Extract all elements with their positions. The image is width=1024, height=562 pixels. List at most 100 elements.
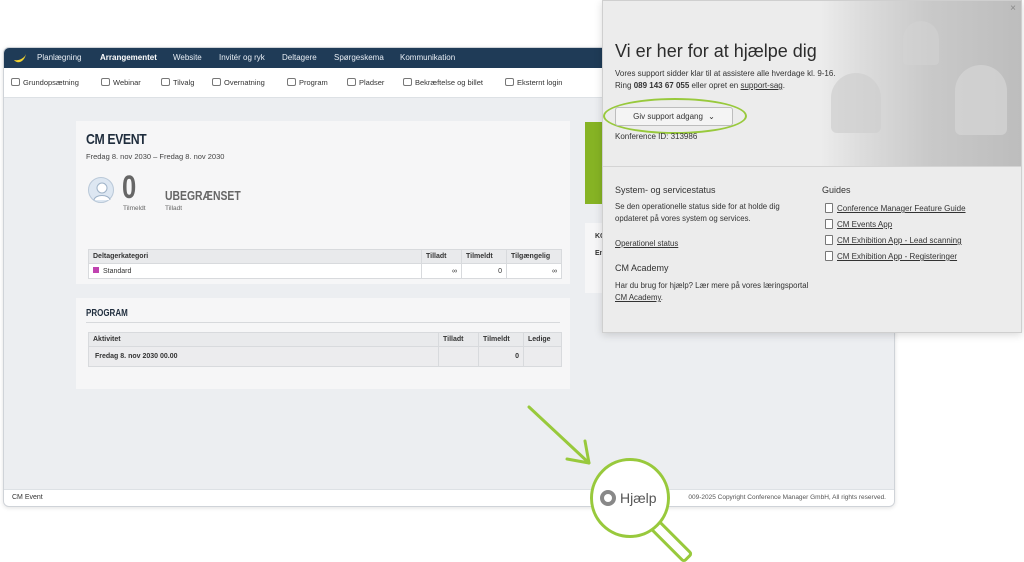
hero-person: [955, 65, 1007, 135]
guide-label: CM Exhibition App - Registeringer: [837, 252, 958, 261]
phone-number[interactable]: 089 143 67 055: [634, 81, 690, 90]
monitor-icon: [101, 78, 110, 86]
support-access-button[interactable]: Giv support adgang ⌄: [615, 107, 733, 126]
table-cell: Fredag 8. nov 2030 00.00: [88, 346, 439, 367]
category-cell: Standard: [88, 263, 422, 279]
user-avatar-icon: [88, 177, 114, 203]
person-icon: [347, 78, 356, 86]
guide-label: Conference Manager Feature Guide: [837, 204, 966, 213]
support-access-label: Giv support adgang: [633, 112, 703, 121]
nav-item-arrangementet[interactable]: Arrangementet: [100, 53, 157, 62]
banana-logo-icon[interactable]: [12, 51, 28, 65]
event-summary-panel: CM EVENT Fredag 8. nov 2030 – Fredag 8. …: [76, 121, 570, 284]
ticket-icon: [403, 78, 412, 86]
allowed-label: Tilladt: [165, 205, 183, 212]
event-title: CM EVENT: [86, 131, 147, 148]
column-header: Ledige: [523, 332, 562, 347]
bed-icon: [212, 78, 221, 86]
table-header-row: Deltagerkategori Tilladt Tilmeldt Tilgæn…: [88, 249, 562, 264]
pdf-icon: [825, 219, 833, 229]
column-header: Deltagerkategori: [88, 249, 422, 264]
popup-description: Vores support sidder klar til at assiste…: [615, 68, 895, 92]
guide-link[interactable]: CM Exhibition App - Lead scanning: [825, 235, 962, 245]
footer-copyright: 009-2025 Copyright Conference Manager Gm…: [688, 494, 886, 501]
popup-title: Vi er her for at hjælpe dig: [615, 41, 817, 61]
column-header: Tilladt: [438, 332, 479, 347]
category-name: Standard: [103, 268, 132, 275]
allowed-value: UBEGRÆNSET: [165, 188, 241, 203]
magnifier-lens: Hjælp: [590, 458, 670, 538]
subnav-tilvalg[interactable]: Tilvalg: [161, 78, 194, 87]
footer: CM Event 009-2025 Copyright Conference M…: [4, 489, 894, 506]
footer-event-name: CM Event: [12, 494, 43, 501]
subnav-label: Eksternt login: [517, 78, 563, 87]
column-header: Tilmeldt: [461, 249, 507, 264]
operational-status-link[interactable]: Operationel status: [615, 238, 678, 250]
nav-item-kommunikation[interactable]: Kommunikation: [400, 53, 455, 62]
subnav-eksternt-login[interactable]: Eksternt login: [505, 78, 562, 87]
table-cell: [523, 346, 562, 367]
conference-id: Konference ID: 313986: [615, 132, 698, 141]
column-header: Tilgængelig: [506, 249, 562, 264]
subnav-grundopsaetning[interactable]: Grundopsætning: [11, 78, 79, 87]
guide-label: CM Events App: [837, 220, 893, 229]
hero-person: [903, 21, 939, 65]
event-dates: Fredag 8. nov 2030 – Fredag 8. nov 2030: [86, 152, 225, 161]
chevron-down-icon: ⌄: [708, 112, 715, 121]
options-icon: [161, 78, 170, 86]
nav-item-deltagere[interactable]: Deltagere: [282, 53, 317, 62]
table-cell: 0: [461, 263, 507, 279]
academy-text: Har du brug for hjælp? Lær mere på vores…: [615, 280, 815, 304]
nav-item-spoergeskema[interactable]: Spørgeskema: [334, 53, 384, 62]
subnav-label: Tilvalg: [173, 78, 195, 87]
calendar-icon: [287, 78, 296, 86]
close-icon[interactable]: ×: [1010, 3, 1016, 14]
subnav-bekraeftelse[interactable]: Bekræftelse og billet: [403, 78, 483, 87]
program-panel: PROGRAM Aktivitet Tilladt Tilmeldt Ledig…: [76, 298, 570, 389]
help-button[interactable]: Hjælp: [600, 490, 657, 506]
nav-item-website[interactable]: Website: [173, 53, 202, 62]
support-case-link[interactable]: support-sag: [740, 81, 782, 90]
nav-item-planlaegning[interactable]: Planlægning: [37, 53, 81, 62]
academy-link[interactable]: CM Academy: [615, 293, 661, 302]
academy-title: CM Academy: [615, 263, 669, 273]
divider: [86, 322, 560, 323]
table-cell: ∞: [506, 263, 562, 279]
status-text: Se den operationelle status side for at …: [615, 202, 780, 223]
subnav-overnatning[interactable]: Overnatning: [212, 78, 265, 87]
table-row[interactable]: Standard ∞ 0 ∞: [88, 263, 562, 279]
subnav-label: Overnatning: [224, 78, 265, 87]
subnav-webinar[interactable]: Webinar: [101, 78, 141, 87]
column-header: Tilladt: [421, 249, 462, 264]
lifebuoy-icon: [600, 490, 616, 506]
help-label: Hjælp: [620, 490, 657, 506]
desc-text: Ring: [615, 81, 632, 90]
program-table: Aktivitet Tilladt Tilmeldt Ledige Fredag…: [88, 332, 562, 367]
guide-label: CM Exhibition App - Lead scanning: [837, 236, 962, 245]
subnav-program[interactable]: Program: [287, 78, 328, 87]
divider: [603, 166, 1021, 167]
nav-item-inviter[interactable]: Invitér og ryk: [219, 53, 265, 62]
subnav-label: Program: [299, 78, 328, 87]
period: .: [782, 81, 785, 90]
subnav-label: Webinar: [113, 78, 141, 87]
table-header-row: Aktivitet Tilladt Tilmeldt Ledige: [88, 332, 562, 347]
registered-label: Tilmeldt: [123, 205, 146, 212]
guide-link[interactable]: CM Events App: [825, 219, 892, 229]
description-line: Ring 089 143 67 055 eller opret en suppo…: [615, 80, 895, 92]
category-table: Deltagerkategori Tilladt Tilmeldt Tilgæn…: [88, 249, 562, 279]
column-header: Tilmeldt: [478, 332, 524, 347]
guide-link[interactable]: Conference Manager Feature Guide: [825, 203, 966, 213]
table-row[interactable]: Fredag 8. nov 2030 00.00 0: [88, 346, 562, 367]
help-popup: × Vi er her for at hjælpe dig Vores supp…: [602, 0, 1022, 333]
program-title: PROGRAM: [86, 308, 128, 319]
subnav-label: Grundopsætning: [23, 78, 79, 87]
table-cell: [438, 346, 479, 367]
column-header: Aktivitet: [88, 332, 439, 347]
table-cell: ∞: [421, 263, 462, 279]
subnav-pladser[interactable]: Pladser: [347, 78, 384, 87]
guides-title: Guides: [822, 185, 851, 195]
status-title: System- og servicestatus: [615, 185, 716, 195]
academy-desc: Har du brug for hjælp? Lær mere på vores…: [615, 281, 809, 290]
guide-link[interactable]: CM Exhibition App - Registeringer: [825, 251, 957, 261]
